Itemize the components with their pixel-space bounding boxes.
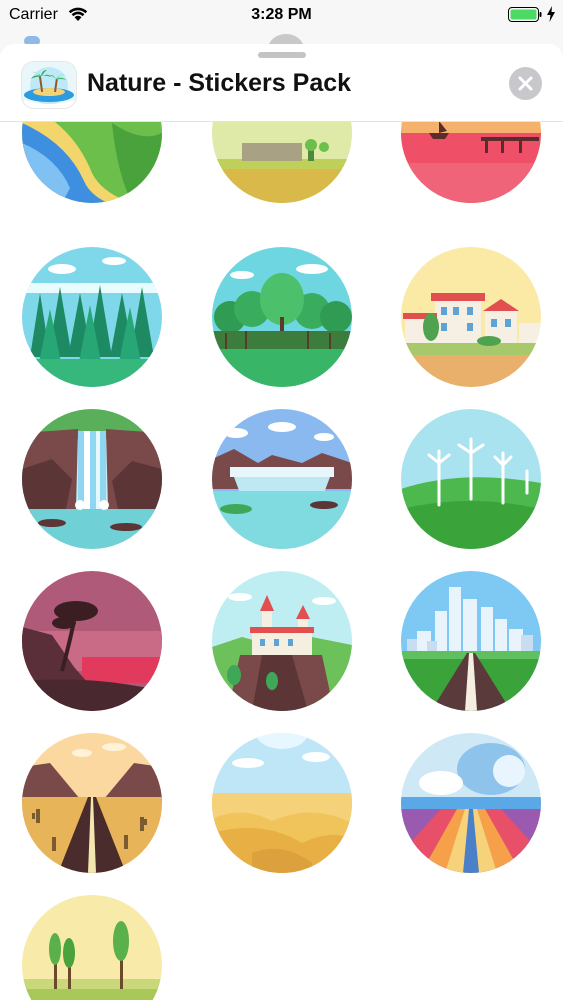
colorful-road-sticker[interactable]: [401, 733, 541, 873]
poplar-meadow-sticker[interactable]: [22, 895, 162, 1000]
sunset-pier-sticker[interactable]: [401, 122, 541, 203]
desert-canyon-road-sticker[interactable]: [22, 733, 162, 873]
castle-cliff-sticker[interactable]: [212, 571, 352, 711]
sticker-grid: [0, 122, 563, 1000]
lone-tree-sunset-sticker[interactable]: [22, 571, 162, 711]
sticker-pack-sheet: Nature - Stickers Pack: [0, 44, 563, 1000]
sheet-title: Nature - Stickers Pack: [87, 69, 352, 97]
town-fields-sticker[interactable]: [212, 122, 352, 203]
pine-forest-sticker[interactable]: [22, 247, 162, 387]
deciduous-forest-sticker[interactable]: [212, 247, 352, 387]
river-valley-sticker[interactable]: [22, 122, 162, 203]
dam-lake-sticker[interactable]: [212, 409, 352, 549]
status-bar: Carrier 3:28 PM: [0, 0, 563, 30]
beach-island-icon: [22, 62, 76, 108]
sand-dunes-sticker[interactable]: [212, 733, 352, 873]
charging-bolt-icon: [547, 6, 555, 22]
city-road-sticker[interactable]: [401, 571, 541, 711]
sheet-header: Nature - Stickers Pack: [0, 58, 563, 122]
battery-icon: [508, 7, 542, 22]
village-houses-sticker[interactable]: [401, 247, 541, 387]
wind-turbines-sticker[interactable]: [401, 409, 541, 549]
close-button[interactable]: [509, 67, 542, 100]
close-icon: [518, 76, 533, 91]
waterfall-sticker[interactable]: [22, 409, 162, 549]
status-time: 3:28 PM: [251, 6, 312, 23]
